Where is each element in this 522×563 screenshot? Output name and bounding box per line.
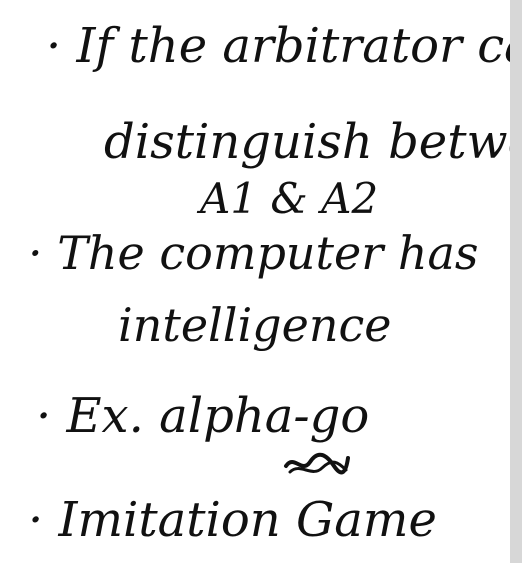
note-line-5: intelligence: [118, 298, 392, 352]
note-line-6: · Ex. alpha-go: [36, 388, 370, 444]
note-line-7: · Imitation Game: [28, 492, 437, 548]
handwritten-notes-page: · If the arbitrator can't distinguish be…: [0, 0, 522, 563]
note-line-1: · If the arbitrator can't: [46, 18, 510, 74]
note-line-4: · The computer has: [28, 226, 479, 280]
scribble-mark: [284, 452, 350, 475]
note-line-3: A1 & A2: [200, 174, 379, 223]
note-line-2: distinguish between: [104, 114, 510, 170]
